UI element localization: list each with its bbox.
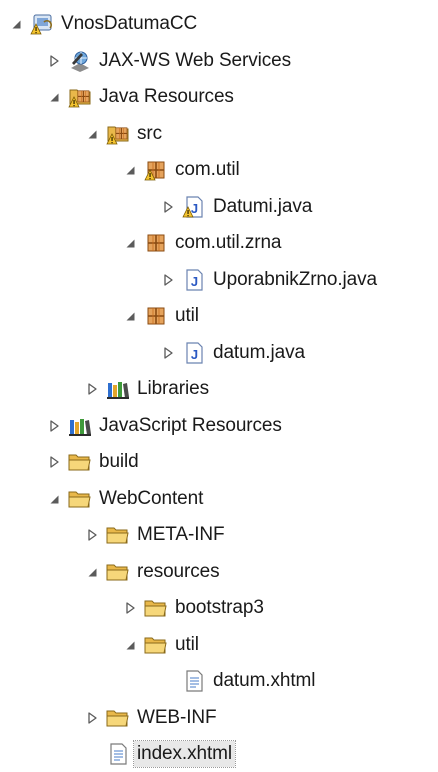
- tree-item-label: index.xhtml: [133, 740, 236, 768]
- tree-item-java-resources[interactable]: Java Resources: [46, 79, 234, 115]
- tree-item-javascript-resources[interactable]: JavaScript Resources: [46, 408, 282, 444]
- folder-icon: [144, 596, 168, 620]
- folder-icon: [68, 487, 92, 511]
- svg-text:J: J: [191, 347, 198, 362]
- tree-item-label: Datumi.java: [213, 196, 313, 217]
- tree-item-src[interactable]: src: [84, 116, 162, 152]
- tree-item-label: util: [175, 305, 199, 326]
- source-folder-warning-icon: [106, 122, 130, 146]
- java-file-icon: J: [182, 341, 206, 365]
- collapsed-arrow-icon[interactable]: [160, 270, 176, 290]
- expanded-arrow-icon[interactable]: [122, 233, 138, 253]
- tree-item-label: WEB-INF: [137, 707, 217, 728]
- folder-icon: [106, 560, 130, 584]
- tree-item-label: com.util: [175, 159, 240, 180]
- tree-item-datumi-java[interactable]: J Datumi.java: [160, 189, 312, 225]
- tree-item-build[interactable]: build: [46, 444, 139, 480]
- project-warning-icon: [30, 12, 54, 36]
- java-file-warning-icon: J: [182, 195, 206, 219]
- tree-item-label: WebContent: [99, 488, 204, 509]
- tree-item-index-xhtml[interactable]: index.xhtml: [84, 736, 236, 772]
- tree-item-label: JavaScript Resources: [99, 415, 282, 436]
- collapsed-arrow-icon[interactable]: [84, 708, 100, 728]
- tree-item-libraries[interactable]: Libraries: [84, 371, 209, 407]
- collapsed-arrow-icon[interactable]: [122, 598, 138, 618]
- java-resources-warning-icon: [68, 85, 92, 109]
- libraries-icon: [68, 414, 92, 438]
- tree-item-meta-inf[interactable]: META-INF: [84, 517, 225, 553]
- tree-item-label: Java Resources: [99, 86, 234, 107]
- tree-item-datum-xhtml[interactable]: datum.xhtml: [160, 663, 315, 699]
- xhtml-file-icon: [106, 742, 130, 766]
- tree-item-bootstrap3[interactable]: bootstrap3: [122, 590, 264, 626]
- tree-item-vnosdatumacc[interactable]: VnosDatumaCC: [8, 6, 197, 42]
- project-explorer-tree: VnosDatumaCC JAX-WS Web Services Java Reso…: [0, 0, 438, 768]
- collapsed-arrow-icon[interactable]: [46, 416, 62, 436]
- xhtml-file-icon: [182, 669, 206, 693]
- folder-icon: [106, 523, 130, 547]
- tree-item-datum-java[interactable]: Jdatum.java: [160, 335, 305, 371]
- expanded-arrow-icon[interactable]: [8, 14, 24, 34]
- folder-icon: [68, 450, 92, 474]
- tree-item-label: build: [99, 451, 139, 472]
- collapsed-arrow-icon[interactable]: [160, 343, 176, 363]
- tree-item-label: datum.xhtml: [213, 670, 316, 691]
- tree-item-web-inf[interactable]: WEB-INF: [84, 700, 217, 736]
- tree-item-label: JAX-WS Web Services: [99, 50, 292, 71]
- collapsed-arrow-icon[interactable]: [46, 452, 62, 472]
- package-warning-icon: [144, 158, 168, 182]
- folder-icon: [106, 706, 130, 730]
- expanded-arrow-icon[interactable]: [46, 489, 62, 509]
- collapsed-arrow-icon[interactable]: [84, 379, 100, 399]
- tree-item-label: com.util.zrna: [175, 232, 282, 253]
- tree-item-label: Libraries: [137, 378, 209, 399]
- tree-item-com-util[interactable]: com.util: [122, 152, 240, 188]
- expanded-arrow-icon[interactable]: [122, 160, 138, 180]
- package-icon: [144, 231, 168, 255]
- expanded-arrow-icon[interactable]: [84, 562, 100, 582]
- tree-item-label: src: [137, 123, 163, 144]
- tree-item-jax-ws-web-services[interactable]: JAX-WS Web Services: [46, 43, 291, 79]
- tree-item-uporabnikzrno-java[interactable]: J UporabnikZrno.java: [160, 262, 377, 298]
- tree-item-label: resources: [137, 561, 220, 582]
- tree-item-webcontent[interactable]: WebContent: [46, 481, 203, 517]
- expanded-arrow-icon[interactable]: [122, 635, 138, 655]
- expanded-arrow-icon[interactable]: [46, 87, 62, 107]
- tree-item-util[interactable]: util: [122, 298, 199, 334]
- folder-icon: [144, 633, 168, 657]
- tree-item-com-util-zrna[interactable]: com.util.zrna: [122, 225, 282, 261]
- tree-item-resources[interactable]: resources: [84, 554, 220, 590]
- tree-item-label: util: [175, 634, 199, 655]
- tree-item-util[interactable]: util: [122, 627, 199, 663]
- web-services-icon: [68, 49, 92, 73]
- libraries-icon: [106, 377, 130, 401]
- tree-item-label: bootstrap3: [175, 597, 264, 618]
- expanded-arrow-icon[interactable]: [122, 306, 138, 326]
- collapsed-arrow-icon[interactable]: [46, 51, 62, 71]
- svg-text:J: J: [191, 274, 198, 289]
- tree-item-label: META-INF: [137, 524, 225, 545]
- tree-item-label: UporabnikZrno.java: [213, 269, 378, 290]
- collapsed-arrow-icon[interactable]: [84, 525, 100, 545]
- package-icon: [144, 304, 168, 328]
- svg-text:J: J: [191, 201, 198, 216]
- java-file-icon: J: [182, 268, 206, 292]
- tree-item-label: VnosDatumaCC: [61, 13, 198, 34]
- tree-item-label: datum.java: [213, 342, 305, 363]
- expanded-arrow-icon[interactable]: [84, 124, 100, 144]
- collapsed-arrow-icon[interactable]: [160, 197, 176, 217]
